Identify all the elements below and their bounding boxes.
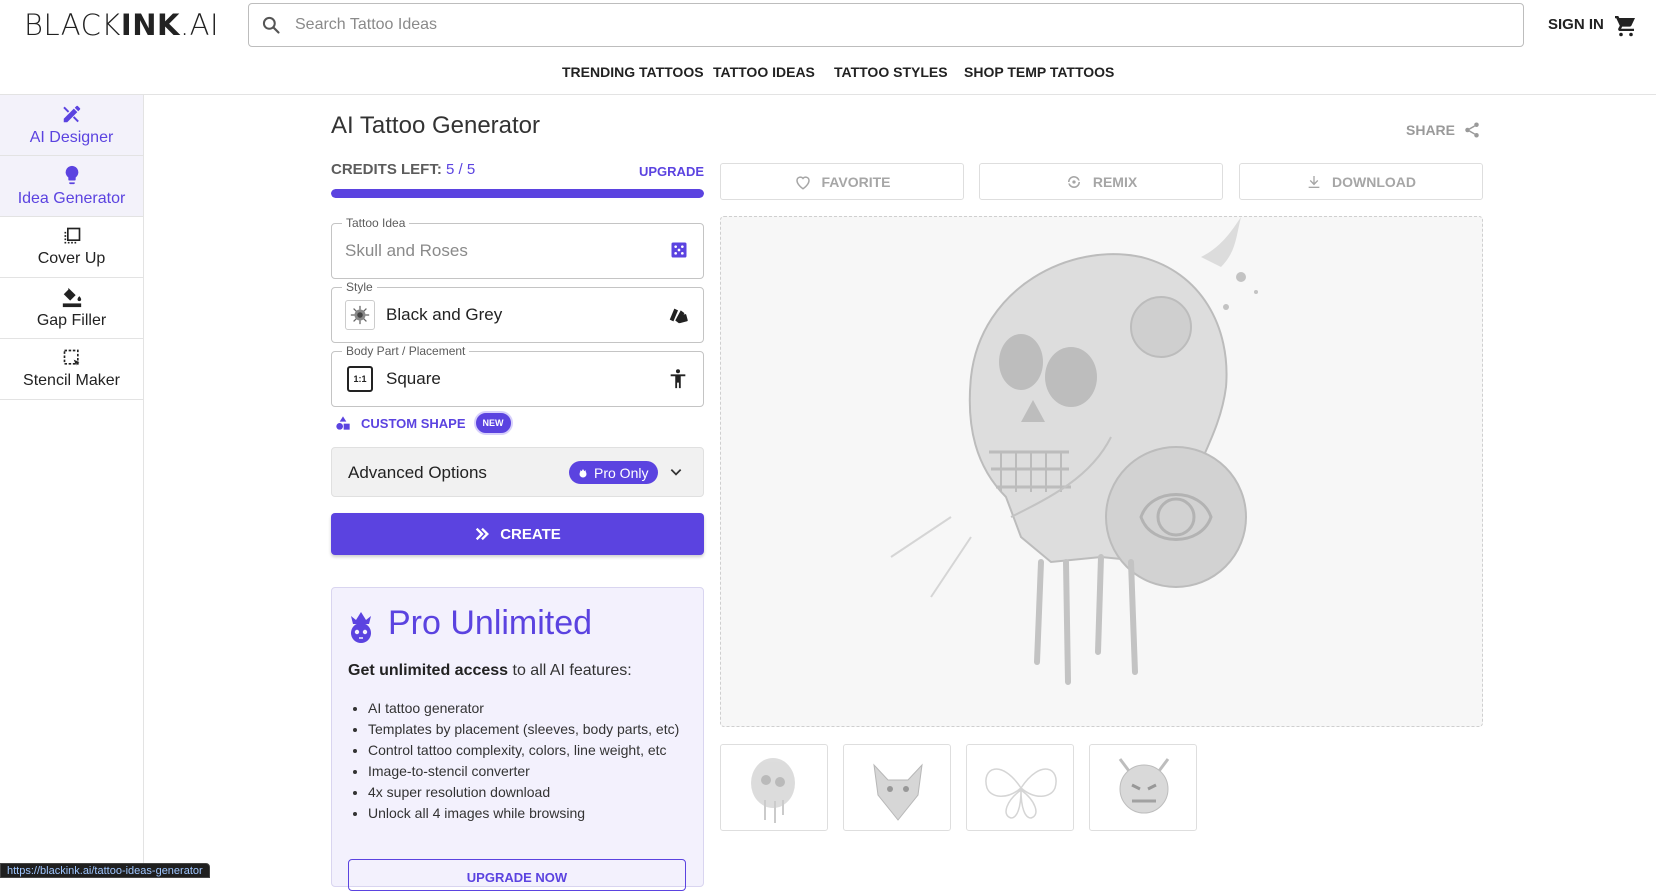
double-chevron-icon [476,527,490,541]
status-url-bar: https://blackink.ai/tattoo-ideas-generat… [0,863,210,878]
pro-feature-list: AI tattoo generator Templates by placeme… [368,698,698,824]
pro-only-badge: Pro Only [569,461,659,484]
create-button[interactable]: CREATE [331,513,704,555]
wolf-thumbnail[interactable] [843,744,951,831]
sidebar-item-label: Idea Generator [17,190,126,207]
sidebar-item-label: Stencil Maker [23,372,120,389]
paint-bucket-icon [62,287,81,308]
tattoo-idea-field[interactable]: Tattoo Idea Skull and Roses [331,216,704,279]
pro-subtitle: Get unlimited access to all AI features: [348,662,632,679]
sidebar-item-ai-designer[interactable]: AI Designer [0,95,143,156]
sidebar-item-label: Gap Filler [36,312,107,329]
field-label: Body Part / Placement [342,344,470,358]
custom-shape-link[interactable]: CUSTOM SHAPE NEW [335,411,513,435]
placement-field[interactable]: Body Part / Placement 1:1 Square [331,344,704,407]
demon-thumbnail[interactable] [1089,744,1197,831]
main-nav: TRENDING TATTOOS TATTOO IDEAS TATTOO STY… [0,64,1656,84]
generated-tattoo-preview [720,216,1483,727]
cart-icon[interactable] [1614,14,1638,38]
list-item: Image-to-stencil converter [368,761,698,782]
advanced-options-accordion[interactable]: Advanced Options Pro Only [331,447,704,497]
credits-progress-fill [331,189,704,198]
placement-value: Square [386,369,441,388]
sidebar-item-cover-up[interactable]: Cover Up [0,217,143,278]
page-title: AI Tattoo Generator [331,112,541,139]
dice-icon[interactable] [669,240,689,260]
share-button[interactable]: SHARE [1406,121,1481,139]
download-icon [1308,175,1320,188]
style-thumbnail [345,300,375,330]
field-label: Style [342,280,377,294]
upgrade-now-button[interactable]: UPGRADE NOW [348,859,686,891]
heart-icon [795,175,810,190]
lightbulb-icon [65,165,78,185]
dashed-select-icon [63,349,79,366]
nav-tattoo-ideas[interactable]: TATTOO IDEAS [713,64,815,80]
pencil-ruler-icon [62,105,80,123]
swatches-icon[interactable] [667,304,689,326]
search-box[interactable] [248,3,1524,47]
crown-skull-icon [351,612,371,643]
pro-title: Pro Unlimited [388,604,593,642]
style-value: Black and Grey [386,305,503,324]
list-item: AI tattoo generator [368,698,698,719]
shapes-icon [336,416,350,430]
butterfly-thumbnail[interactable] [966,744,1074,831]
tattoo-idea-placeholder: Skull and Roses [345,241,468,260]
pro-unlimited-card: Pro Unlimited Get unlimited access to al… [331,587,704,891]
pro-badge-icon [579,468,587,477]
tool-sidebar: AI Designer Idea Generator Cover Up Gap … [0,95,144,878]
sidebar-item-stencil-maker[interactable]: Stencil Maker [0,339,143,400]
download-button[interactable]: DOWNLOAD [1239,163,1483,200]
new-badge: NEW [473,411,513,435]
search-input[interactable] [295,16,1475,34]
top-bar: BLACKINK.AI SIGN IN TRENDING TATTOOS TAT… [0,0,1656,95]
skull-roses-artwork [890,217,1258,685]
credits-progress-bar [331,189,704,198]
nav-trending-tattoos[interactable]: TRENDING TATTOOS [562,64,704,80]
favorite-button[interactable]: FAVORITE [720,163,964,200]
list-item: Control tattoo complexity, colors, line … [368,740,698,761]
share-icon [1465,122,1479,138]
placement-thumbnail: 1:1 [347,366,373,392]
upgrade-link[interactable]: UPGRADE [639,164,704,179]
sidebar-item-idea-generator[interactable]: Idea Generator [0,156,143,217]
sidebar-item-label: AI Designer [29,129,114,146]
sidebar-item-label: Cover Up [37,250,106,267]
sidebar-item-gap-filler[interactable]: Gap Filler [0,278,143,339]
layers-icon [64,227,80,244]
nav-tattoo-styles[interactable]: TATTOO STYLES [834,64,948,80]
remix-icon [1067,175,1080,188]
field-label: Tattoo Idea [342,216,410,230]
style-field[interactable]: Style Black and Grey [331,280,704,343]
list-item: Unlock all 4 images while browsing [368,803,698,824]
body-icon[interactable] [667,368,689,390]
advanced-options-label: Advanced Options [348,463,487,482]
list-item: Templates by placement (sleeves, body pa… [368,719,698,740]
blackink-logo[interactable]: BLACKINK.AI [24,8,219,42]
nav-shop-temp-tattoos[interactable]: SHOP TEMP TATTOOS [964,64,1114,80]
remix-button[interactable]: REMIX [979,163,1223,200]
search-icon [262,16,280,34]
skull-thumbnail[interactable] [720,744,828,831]
sign-in-link[interactable]: SIGN IN [1548,16,1604,33]
list-item: 4x super resolution download [368,782,698,803]
credits-counter: CREDITS LEFT: 5 / 5 [331,161,476,178]
chevron-down-icon [670,469,682,476]
